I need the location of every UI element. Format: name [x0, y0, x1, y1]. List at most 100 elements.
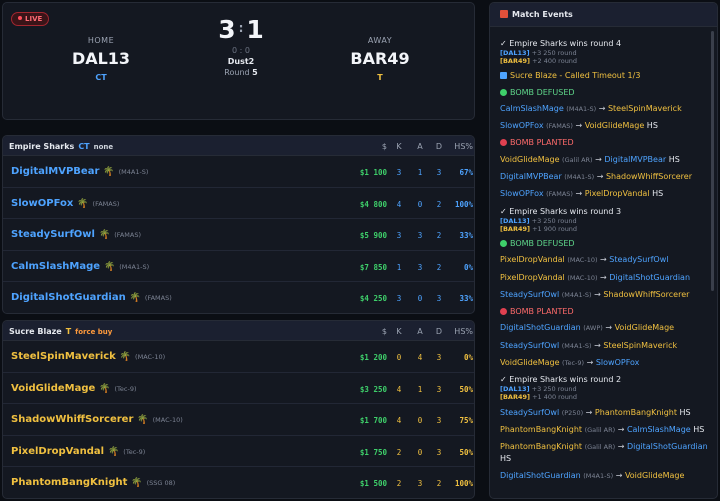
kill-event: CalmSlashMage (M4A1-S) → SteelSpinMaveri… [500, 103, 708, 115]
round-number: 5 [252, 68, 258, 77]
player-name[interactable]: ShadowWhiffSorcerer [11, 414, 133, 425]
player-name-cell: VoidGlideMage 🌴 (Tec-9) [11, 383, 137, 394]
round-econ: [BAR49] +2 400 round [500, 57, 708, 65]
half-score: 0 : 0 [232, 46, 250, 55]
attacker[interactable]: DigitalShotGuardian [500, 471, 581, 480]
attacker[interactable]: VoidGlideMage [500, 155, 560, 164]
player-deaths: 3 [436, 168, 442, 177]
player-name[interactable]: SteadySurfOwl [11, 229, 95, 240]
attacker[interactable]: SlowOPFox [500, 121, 544, 130]
arrow: → [617, 442, 625, 452]
col-kills: K [396, 142, 402, 151]
victim[interactable]: PhantomBangKnight [595, 408, 677, 417]
attacker[interactable]: DigitalMVPBear [500, 172, 562, 181]
home-score: 3 [218, 15, 236, 44]
player-hs: 33% [459, 294, 473, 303]
player-name-cell: DigitalShotGuardian 🌴 (FAMAS) [11, 292, 172, 303]
arrow: → [605, 323, 613, 333]
events-header: Match Events [490, 3, 717, 27]
player-row[interactable]: DigitalShotGuardian 🌴 (FAMAS) $4 250 3 0 3 33% [3, 282, 474, 313]
player-name[interactable]: DigitalMVPBear [11, 166, 99, 177]
victim[interactable]: PixelDropVandal [585, 189, 650, 198]
kill-event: VoidGlideMage (Galil AR) → DigitalMVPBea… [500, 154, 708, 166]
player-name-cell: SlowOPFox 🌴 (FAMAS) [11, 198, 119, 209]
player-row[interactable]: CalmSlashMage 🌴 (M4A1-S) $7 850 1 3 2 0% [3, 251, 474, 282]
player-kills: 2 [396, 479, 402, 488]
events-list[interactable]: ✓ Empire Sharks wins round 4 [DAL13] +3 … [490, 38, 708, 498]
victim[interactable]: DigitalShotGuardian [609, 273, 690, 282]
player-kills: 3 [396, 231, 402, 240]
player-name[interactable]: VoidGlideMage [11, 383, 95, 394]
attacker[interactable]: SteadySurfOwl [500, 290, 559, 299]
weapon: (M4A1-S) [564, 173, 595, 182]
col-hs: HS% [454, 142, 473, 151]
player-name-cell: ShadowWhiffSorcerer 🌴 (MAC-10) [11, 414, 183, 425]
victim[interactable]: SteelSpinMaverick [603, 341, 677, 350]
attacker[interactable]: CalmSlashMage [500, 104, 564, 113]
victim[interactable]: DigitalShotGuardian [627, 442, 708, 451]
player-name[interactable]: CalmSlashMage [11, 261, 100, 272]
attacker[interactable]: SteadySurfOwl [500, 408, 559, 417]
victim[interactable]: VoidGlideMage [625, 471, 685, 480]
victim[interactable]: SlowOPFox [596, 358, 640, 367]
player-row[interactable]: ShadowWhiffSorcerer 🌴 (MAC-10) $1 700 4 0 3 75% [3, 404, 474, 436]
player-row[interactable]: SteelSpinMaverick 🌴 (MAC-10) $1 200 0 4 3 0% [3, 341, 474, 373]
player-name[interactable]: SteelSpinMaverick [11, 351, 116, 362]
score-separator: : [238, 21, 244, 35]
attacker[interactable]: PhantomBangKnight [500, 442, 582, 451]
arrow: → [600, 255, 607, 265]
victim[interactable]: DigitalMVPBear [604, 155, 666, 164]
attacker[interactable]: SlowOPFox [500, 189, 544, 198]
team-header: Empire Sharks CT none $ K A D HS% [3, 136, 474, 156]
home-side: CT [95, 73, 107, 82]
player-weapon: (MAC-10) [135, 353, 166, 361]
status-icon: 🌴 [108, 446, 120, 457]
weapon: (AWP) [583, 324, 603, 333]
player-row[interactable]: VoidGlideMage 🌴 (Tec-9) $3 250 4 1 3 50% [3, 373, 474, 404]
team-tag: [DAL13] [500, 49, 530, 57]
victim[interactable]: SteelSpinMaverick [608, 104, 682, 113]
player-row[interactable]: SlowOPFox 🌴 (FAMAS) $4 800 4 0 2 100% [3, 188, 474, 219]
victim[interactable]: SteadySurfOwl [609, 255, 668, 264]
victim[interactable]: ShadowWhiffSorcerer [606, 172, 692, 181]
attacker[interactable]: PhantomBangKnight [500, 425, 582, 434]
round-econ: [BAR49] +1 900 round [500, 225, 708, 233]
player-row[interactable]: PhantomBangKnight 🌴 (SSG 08) $1 500 2 3 2 100% [3, 467, 474, 498]
player-name[interactable]: SlowOPFox [11, 198, 73, 209]
away-team-name: BAR49 [350, 49, 410, 68]
kill-event: SteadySurfOwl (M4A1-S) → ShadowWhiffSorc… [500, 289, 708, 301]
victim[interactable]: VoidGlideMage [615, 323, 675, 332]
weapon: (M4A1-S) [561, 341, 592, 350]
col-hs: HS% [454, 327, 473, 336]
events-scrollbar[interactable] [711, 31, 714, 291]
round-win-event: ✓ Empire Sharks wins round 3 [DAL13] +3 … [500, 206, 708, 233]
player-assists: 3 [417, 479, 423, 488]
attacker[interactable]: DigitalShotGuardian [500, 323, 581, 332]
attacker[interactable]: VoidGlideMage [500, 358, 560, 367]
status-icon: 🌴 [99, 383, 111, 394]
economy-status: force buy [75, 328, 113, 336]
attacker[interactable]: PixelDropVandal [500, 255, 565, 264]
player-hs: 100% [454, 199, 473, 209]
player-name[interactable]: DigitalShotGuardian [11, 292, 126, 303]
headshot-tag: HS [646, 121, 658, 131]
player-deaths: 3 [436, 447, 442, 457]
victim[interactable]: CalmSlashMage [627, 425, 691, 434]
player-name[interactable]: PhantomBangKnight [11, 477, 127, 488]
player-row[interactable]: PixelDropVandal 🌴 (Tec-9) $1 750 2 0 3 50% [3, 436, 474, 467]
round-win-text: ✓ Empire Sharks wins round 3 [500, 206, 622, 216]
victim[interactable]: VoidGlideMage [585, 121, 645, 130]
player-row[interactable]: SteadySurfOwl 🌴 (FAMAS) $5 900 3 3 2 33% [3, 219, 474, 251]
player-name[interactable]: PixelDropVandal [11, 446, 104, 457]
col-money: $ [381, 327, 387, 336]
events-icon [500, 10, 508, 18]
team-tag: [DAL13] [500, 385, 530, 394]
weapon: (FAMAS) [546, 122, 573, 131]
weapon: (P250) [561, 408, 584, 417]
headshot-tag: HS [500, 454, 512, 464]
attacker[interactable]: PixelDropVandal [500, 273, 565, 282]
player-row[interactable]: DigitalMVPBear 🌴 (M4A1-S) $1 100 3 1 3 67% [3, 156, 474, 188]
round-econ: [BAR49] +1 400 round [500, 393, 708, 401]
attacker[interactable]: SteadySurfOwl [500, 341, 559, 350]
victim[interactable]: ShadowWhiffSorcerer [603, 290, 689, 299]
